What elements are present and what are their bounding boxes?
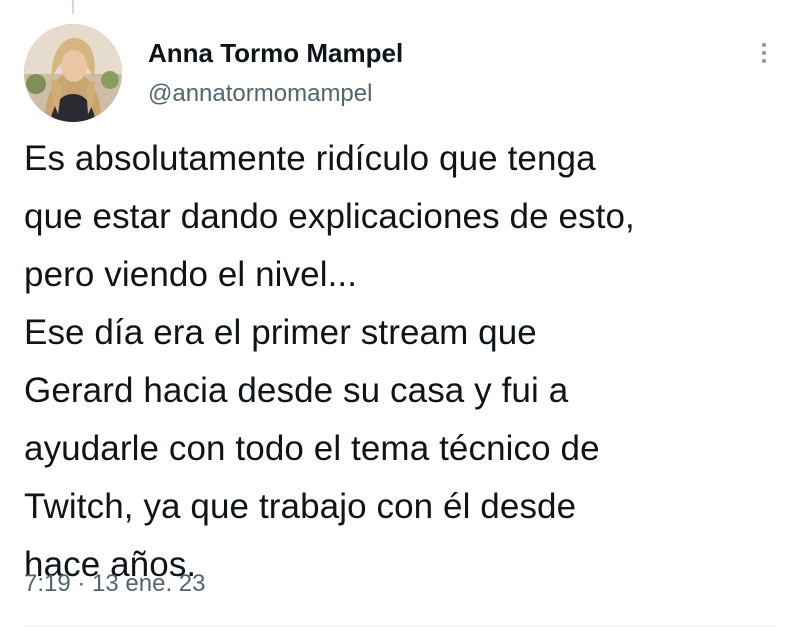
more-dot — [762, 59, 766, 63]
tweet-timestamp[interactable]: 7:19 · 13 ene. 23 — [24, 570, 205, 598]
tweet-text-line: Gerard hacia desde su casa y fui a — [24, 371, 569, 410]
author-handle[interactable]: @annatormomampel — [148, 80, 372, 108]
more-vertical-icon[interactable] — [752, 38, 776, 68]
tweet-text: Es absolutamente ridículo que tenga que … — [24, 130, 784, 594]
tweet-text-line: pero viendo el nivel... — [24, 255, 358, 294]
more-dot — [762, 43, 766, 47]
tweet-text-line: Twitch, ya que trabajo con él desde — [24, 487, 577, 526]
thread-connector-line — [72, 0, 74, 14]
more-dot — [762, 51, 766, 55]
divider — [24, 626, 776, 627]
tweet-text-line: Es absolutamente ridículo que tenga — [24, 139, 596, 178]
author-name[interactable]: Anna Tormo Mampel — [148, 38, 403, 69]
tweet-text-line: ayudarle con todo el tema técnico de — [24, 429, 600, 468]
profile-photo-icon — [24, 24, 122, 122]
tweet-text-line: que estar dando explicaciones de esto, — [24, 197, 635, 236]
avatar[interactable] — [24, 24, 122, 122]
tweet-text-line: Ese día era el primer stream que — [24, 313, 537, 352]
